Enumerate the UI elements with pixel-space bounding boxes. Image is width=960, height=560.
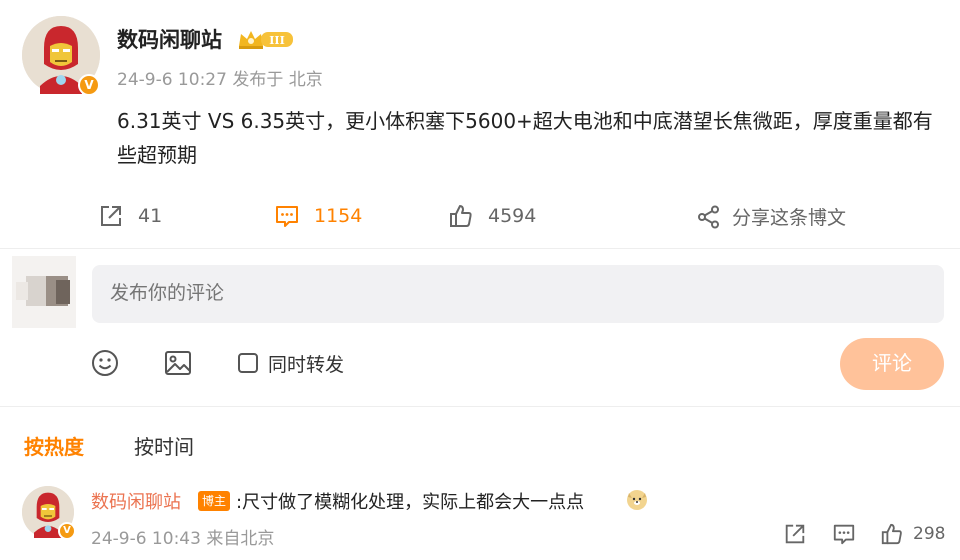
post-body-text: 6.31英寸 VS 6.35英寸，更小体积塞下5600+超大电池和中底潜望长焦微… — [117, 109, 933, 167]
comment-like-count: 298 — [913, 524, 946, 544]
like-button[interactable]: 4594 — [448, 203, 536, 229]
repost-button[interactable]: 41 — [98, 203, 162, 229]
comment-meta: 24-9-6 10:43 来自北京 — [91, 524, 274, 549]
verified-badge-icon: V — [58, 522, 76, 540]
share-label: 分享这条博文 — [732, 207, 847, 229]
comment-count: 1154 — [314, 205, 363, 227]
comment-icon — [276, 206, 298, 227]
author-avatar[interactable]: V — [22, 16, 100, 96]
author-tag-badge: 博主 — [198, 491, 231, 511]
crown-level-text: III — [269, 34, 284, 47]
comment-input[interactable] — [92, 265, 944, 323]
repost-checkbox-label[interactable]: 同时转发 — [268, 350, 344, 377]
comment-button[interactable]: 1154 — [274, 203, 362, 229]
post-author-name[interactable]: 数码闲聊站 — [117, 24, 222, 54]
share-icon — [698, 205, 719, 228]
tab-sort-by-hot[interactable]: 按热度 — [24, 431, 84, 460]
comment-reply-icon[interactable] — [832, 522, 856, 546]
comment-like-icon[interactable] — [880, 522, 904, 546]
comment-source: 来自北京 — [206, 529, 275, 549]
composer-divider — [0, 406, 960, 407]
share-button[interactable]: 分享这条博文 — [696, 203, 846, 230]
post-source: 发布于 北京 — [232, 70, 323, 90]
verified-badge-icon: V — [78, 74, 100, 96]
comment-timestamp: 24-9-6 10:43 — [91, 529, 201, 549]
doge-emoji-icon — [627, 490, 647, 510]
comment-author-avatar[interactable]: V — [22, 486, 76, 540]
comment-repost-icon[interactable] — [783, 522, 807, 546]
like-count: 4594 — [488, 205, 537, 227]
thumbs-up-icon — [450, 205, 472, 227]
post-timestamp[interactable]: 24-9-6 10:27 — [117, 70, 227, 90]
current-user-avatar-blurred — [12, 256, 76, 328]
repost-icon — [101, 206, 121, 226]
tab-sort-by-time[interactable]: 按时间 — [134, 431, 194, 460]
comment-text: :尺寸做了模糊化处理，实际上都会大一点点 — [236, 492, 585, 513]
repost-checkbox[interactable] — [238, 353, 258, 373]
post-meta: 24-9-6 10:27 发布于 北京 — [117, 65, 323, 90]
repost-count: 41 — [138, 205, 163, 227]
submit-comment-button[interactable]: 评论 — [840, 338, 944, 390]
comment-author-name[interactable]: 数码闲聊站 — [91, 488, 181, 514]
image-upload-icon[interactable] — [163, 348, 193, 378]
action-bar-divider — [0, 248, 960, 249]
crown-level-badge-icon: III — [239, 31, 293, 49]
emoji-icon[interactable] — [90, 348, 120, 378]
